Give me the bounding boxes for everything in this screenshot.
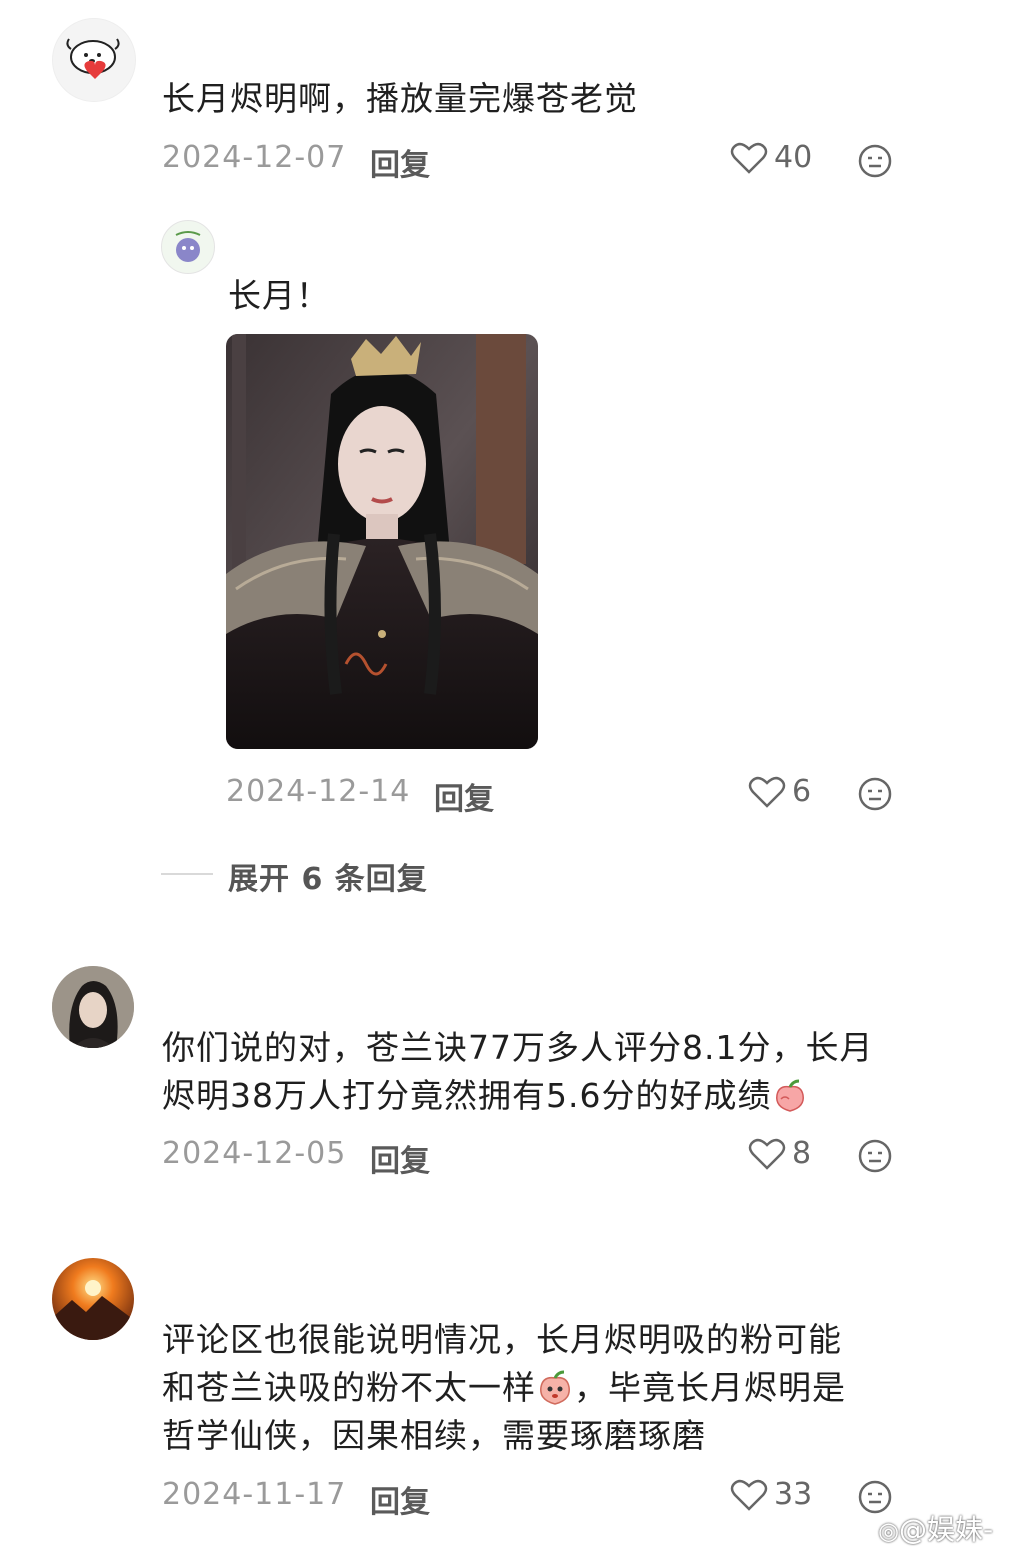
watermark: ◎@娱妹- xyxy=(878,1508,993,1548)
costume-drama-character-photo xyxy=(226,334,538,749)
sunset-mountain-avatar-icon xyxy=(52,1258,134,1340)
reply-button[interactable]: 回复 xyxy=(370,1136,430,1180)
comment-text-line: 和苍兰诀吸的粉不太一样 ，毕竟长月烬明是 xyxy=(162,1364,952,1412)
comment-text-segment: 和苍兰诀吸的粉不太一样 xyxy=(162,1368,536,1407)
like-button[interactable]: 33 xyxy=(730,1477,812,1512)
expand-divider xyxy=(161,873,213,875)
comment-text-line: 你们说的对，苍兰诀77万多人评分8.1分，长月 xyxy=(162,1028,874,1067)
comment-date: 2024-12-05 xyxy=(162,1136,347,1171)
comment-text: 你们说的对，苍兰诀77万多人评分8.1分，长月 烬明38万人打分竟然拥有5.6分… xyxy=(162,1024,922,1120)
comment-text-segment: ，毕竟长月烬明是 xyxy=(574,1368,846,1407)
reply-photo[interactable] xyxy=(226,334,538,749)
reply-button[interactable]: 回复 xyxy=(370,140,430,184)
heart-icon xyxy=(730,142,768,174)
like-count: 6 xyxy=(792,774,812,809)
like-count: 8 xyxy=(792,1136,812,1171)
like-button[interactable]: 6 xyxy=(748,774,811,809)
emoji-reaction-icon[interactable] xyxy=(857,143,893,179)
comment-text-line: 哲学仙侠，因果相续，需要琢磨琢磨 xyxy=(162,1416,706,1455)
reply-date: 2024-12-14 xyxy=(226,774,411,809)
expand-replies-button[interactable]: 展开 6 条回复 xyxy=(228,854,428,898)
reply-button[interactable]: 回复 xyxy=(370,1477,430,1521)
like-button[interactable]: 8 xyxy=(748,1136,811,1171)
woman-portrait-avatar-icon xyxy=(52,966,134,1048)
avatar[interactable] xyxy=(52,966,134,1048)
comment-date: 2024-12-07 xyxy=(162,140,347,175)
weibo-logo-icon: ◎ xyxy=(878,1517,899,1545)
heart-icon xyxy=(730,1479,768,1511)
like-count: 33 xyxy=(774,1477,813,1512)
dog-heart-avatar-icon xyxy=(66,38,120,79)
comment-text: 评论区也很能说明情况，长月烬明吸的粉可能 和苍兰诀吸的粉不太一样 ，毕竟长月烬明… xyxy=(162,1316,952,1460)
comment-text-segment: 烬明38万人打分竟然拥有5.6分的好成绩 xyxy=(162,1076,772,1115)
like-count: 40 xyxy=(774,140,813,175)
like-button[interactable]: 40 xyxy=(730,140,812,175)
heart-icon xyxy=(748,1138,786,1170)
avatar[interactable] xyxy=(52,18,136,102)
reply-button[interactable]: 回复 xyxy=(434,774,494,818)
peach-emoji-icon xyxy=(776,1079,805,1112)
comment-date: 2024-11-17 xyxy=(162,1477,347,1512)
emoji-reaction-icon[interactable] xyxy=(857,1138,893,1174)
emoji-reaction-icon[interactable] xyxy=(857,776,893,812)
comment-text-line: 评论区也很能说明情况，长月烬明吸的粉可能 xyxy=(162,1320,842,1359)
comment-text-line: 烬明38万人打分竟然拥有5.6分的好成绩 xyxy=(162,1072,922,1120)
watermark-text: @娱妹- xyxy=(898,1513,994,1546)
reply-text: 长月！ xyxy=(228,276,330,315)
reply-avatar[interactable] xyxy=(161,220,215,274)
purple-creature-avatar-icon xyxy=(175,231,201,262)
heart-icon xyxy=(748,776,786,808)
comment-text: 长月烬明啊，播放量完爆苍老觉 xyxy=(162,79,638,118)
avatar[interactable] xyxy=(52,1258,134,1340)
peach-face-emoji-icon xyxy=(540,1370,570,1405)
